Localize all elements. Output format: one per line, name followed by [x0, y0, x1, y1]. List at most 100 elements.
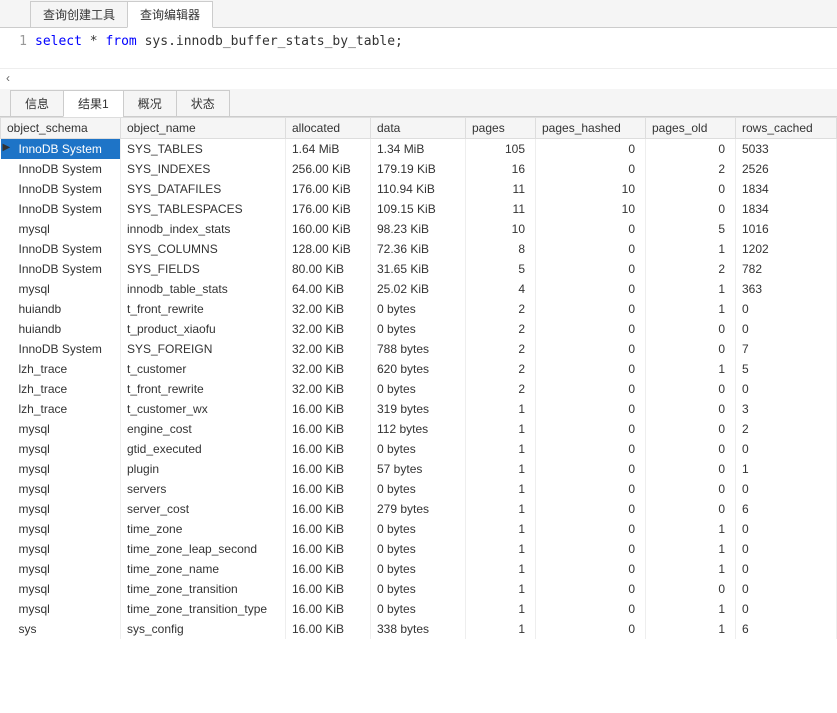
cell-pages: 11 — [466, 199, 536, 219]
cell-cached: 2 — [736, 419, 837, 439]
table-row[interactable]: mysqlgtid_executed16.00 KiB0 bytes1000 — [1, 439, 837, 459]
cell-schema: InnoDB System — [1, 179, 121, 199]
cell-cached: 2526 — [736, 159, 837, 179]
cell-cached: 1202 — [736, 239, 837, 259]
tab-query-editor[interactable]: 查询编辑器 — [127, 1, 213, 28]
cell-cached: 0 — [736, 299, 837, 319]
row-pointer-icon: ▶ — [3, 142, 11, 153]
cell-hashed: 0 — [536, 559, 646, 579]
table-row[interactable]: mysqltime_zone_transition_type16.00 KiB0… — [1, 599, 837, 619]
cell-schema: mysql — [1, 459, 121, 479]
cell-alloc: 32.00 KiB — [286, 299, 371, 319]
cell-name: time_zone_name — [121, 559, 286, 579]
table-row[interactable]: mysqltime_zone16.00 KiB0 bytes1010 — [1, 519, 837, 539]
cell-name: SYS_INDEXES — [121, 159, 286, 179]
cell-name: innodb_index_stats — [121, 219, 286, 239]
sql-editor[interactable]: 1 select * from sys.innodb_buffer_stats_… — [0, 28, 837, 68]
cell-data: 0 bytes — [371, 539, 466, 559]
cell-pages: 1 — [466, 599, 536, 619]
cell-schema: InnoDB System — [1, 339, 121, 359]
cell-alloc: 32.00 KiB — [286, 339, 371, 359]
cell-old: 1 — [646, 279, 736, 299]
table-row[interactable]: InnoDB SystemSYS_DATAFILES176.00 KiB110.… — [1, 179, 837, 199]
scroll-left-icon[interactable]: ‹ — [0, 68, 837, 87]
cell-hashed: 0 — [536, 219, 646, 239]
cell-data: 109.15 KiB — [371, 199, 466, 219]
table-row[interactable]: mysqlserver_cost16.00 KiB279 bytes1006 — [1, 499, 837, 519]
table-row[interactable]: ▶InnoDB SystemSYS_TABLES1.64 MiB1.34 MiB… — [1, 139, 837, 160]
cell-name: SYS_TABLES — [121, 139, 286, 160]
table-row[interactable]: syssys_config16.00 KiB338 bytes1016 — [1, 619, 837, 639]
cell-alloc: 16.00 KiB — [286, 559, 371, 579]
table-row[interactable]: mysqlinnodb_index_stats160.00 KiB98.23 K… — [1, 219, 837, 239]
cell-name: SYS_COLUMNS — [121, 239, 286, 259]
top-tabs: 查询创建工具 查询编辑器 — [0, 0, 837, 28]
cell-alloc: 160.00 KiB — [286, 219, 371, 239]
table-row[interactable]: InnoDB SystemSYS_COLUMNS128.00 KiB72.36 … — [1, 239, 837, 259]
tab-info[interactable]: 信息 — [10, 90, 64, 117]
results-grid[interactable]: object_schema object_name allocated data… — [0, 117, 837, 639]
col-data[interactable]: data — [371, 118, 466, 139]
col-allocated[interactable]: allocated — [286, 118, 371, 139]
table-row[interactable]: mysqlplugin16.00 KiB57 bytes1001 — [1, 459, 837, 479]
table-row[interactable]: InnoDB SystemSYS_TABLESPACES176.00 KiB10… — [1, 199, 837, 219]
table-row[interactable]: mysqlengine_cost16.00 KiB112 bytes1002 — [1, 419, 837, 439]
cell-cached: 6 — [736, 499, 837, 519]
cell-cached: 1 — [736, 459, 837, 479]
cell-hashed: 0 — [536, 399, 646, 419]
cell-data: 338 bytes — [371, 619, 466, 639]
cell-cached: 0 — [736, 539, 837, 559]
cell-hashed: 10 — [536, 199, 646, 219]
col-object-name[interactable]: object_name — [121, 118, 286, 139]
result-tabs: 信息 结果1 概况 状态 — [0, 89, 837, 117]
tab-query-builder[interactable]: 查询创建工具 — [30, 1, 128, 28]
tab-result1[interactable]: 结果1 — [63, 90, 124, 117]
cell-cached: 0 — [736, 559, 837, 579]
cell-name: servers — [121, 479, 286, 499]
cell-data: 179.19 KiB — [371, 159, 466, 179]
table-row[interactable]: InnoDB SystemSYS_FOREIGN32.00 KiB788 byt… — [1, 339, 837, 359]
cell-hashed: 0 — [536, 159, 646, 179]
cell-name: time_zone_leap_second — [121, 539, 286, 559]
table-row[interactable]: mysqltime_zone_transition16.00 KiB0 byte… — [1, 579, 837, 599]
col-pages-hashed[interactable]: pages_hashed — [536, 118, 646, 139]
col-object-schema[interactable]: object_schema — [1, 118, 121, 139]
col-pages-old[interactable]: pages_old — [646, 118, 736, 139]
table-row[interactable]: InnoDB SystemSYS_FIELDS80.00 KiB31.65 Ki… — [1, 259, 837, 279]
cell-data: 279 bytes — [371, 499, 466, 519]
cell-pages: 2 — [466, 299, 536, 319]
table-row[interactable]: mysqlservers16.00 KiB0 bytes1000 — [1, 479, 837, 499]
cell-hashed: 10 — [536, 179, 646, 199]
tab-profile[interactable]: 概况 — [123, 90, 177, 117]
cell-hashed: 0 — [536, 579, 646, 599]
cell-alloc: 16.00 KiB — [286, 479, 371, 499]
col-rows-cached[interactable]: rows_cached — [736, 118, 837, 139]
cell-data: 57 bytes — [371, 459, 466, 479]
cell-cached: 5033 — [736, 139, 837, 160]
table-row[interactable]: huiandbt_product_xiaofu32.00 KiB0 bytes2… — [1, 319, 837, 339]
table-row[interactable]: lzh_tracet_customer32.00 KiB620 bytes201… — [1, 359, 837, 379]
table-row[interactable]: huiandbt_front_rewrite32.00 KiB0 bytes20… — [1, 299, 837, 319]
table-row[interactable]: InnoDB SystemSYS_INDEXES256.00 KiB179.19… — [1, 159, 837, 179]
cell-schema: lzh_trace — [1, 359, 121, 379]
cell-schema: mysql — [1, 579, 121, 599]
cell-schema: sys — [1, 619, 121, 639]
tab-status[interactable]: 状态 — [176, 90, 230, 117]
cell-hashed: 0 — [536, 519, 646, 539]
col-pages[interactable]: pages — [466, 118, 536, 139]
table-row[interactable]: mysqltime_zone_name16.00 KiB0 bytes1010 — [1, 559, 837, 579]
cell-hashed: 0 — [536, 239, 646, 259]
cell-alloc: 16.00 KiB — [286, 499, 371, 519]
table-row[interactable]: lzh_tracet_customer_wx16.00 KiB319 bytes… — [1, 399, 837, 419]
cell-schema: mysql — [1, 479, 121, 499]
cell-alloc: 80.00 KiB — [286, 259, 371, 279]
table-row[interactable]: lzh_tracet_front_rewrite32.00 KiB0 bytes… — [1, 379, 837, 399]
cell-schema: ▶InnoDB System — [1, 139, 121, 160]
cell-hashed: 0 — [536, 419, 646, 439]
cell-old: 0 — [646, 379, 736, 399]
table-row[interactable]: mysqltime_zone_leap_second16.00 KiB0 byt… — [1, 539, 837, 559]
table-row[interactable]: mysqlinnodb_table_stats64.00 KiB25.02 Ki… — [1, 279, 837, 299]
cell-name: t_front_rewrite — [121, 379, 286, 399]
cell-alloc: 128.00 KiB — [286, 239, 371, 259]
cell-old: 0 — [646, 439, 736, 459]
